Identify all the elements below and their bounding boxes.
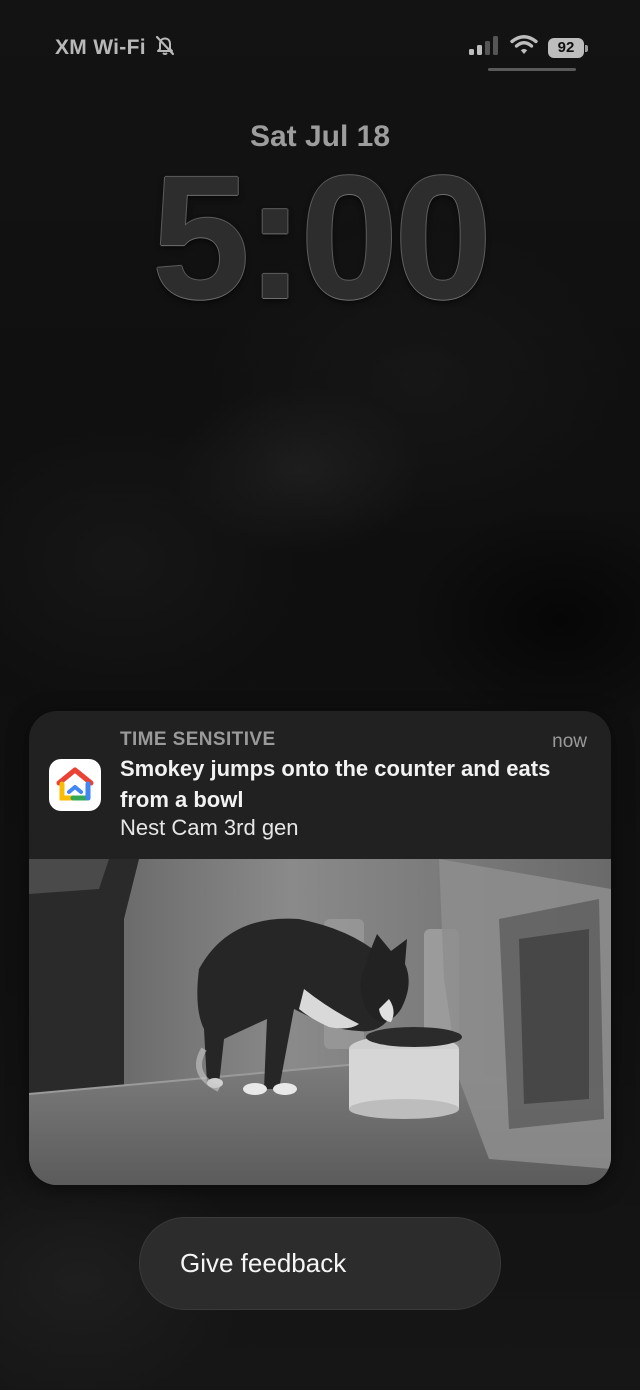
status-indicator-bar xyxy=(488,68,576,71)
battery-level: 92 xyxy=(557,39,575,56)
notification-subtitle: Nest Cam 3rd gen xyxy=(120,815,299,840)
bell-slash-icon xyxy=(154,34,176,62)
notification-card[interactable]: TIME SENSITIVE now Smokey jumps onto the… xyxy=(29,711,611,1185)
lock-time: 5:00 xyxy=(151,140,492,336)
status-bar-left: XM Wi-Fi xyxy=(55,34,176,62)
notification-timestamp: now xyxy=(552,731,587,752)
cellular-signal-icon xyxy=(468,35,500,60)
give-feedback-button[interactable]: Give feedback xyxy=(139,1217,501,1310)
status-bar-right: 92 xyxy=(468,34,588,61)
wifi-icon xyxy=(510,34,538,61)
lock-screen: XM Wi-Fi 92 Sat Jul 18 5:00 TIME SENSITI… xyxy=(0,0,640,1390)
notification-title: Smokey jumps onto the counter and eats f… xyxy=(120,756,551,812)
give-feedback-label: Give feedback xyxy=(180,1248,347,1278)
battery-icon: 92 xyxy=(548,37,588,58)
carrier-label: XM Wi-Fi xyxy=(55,36,146,59)
notification-category: TIME SENSITIVE xyxy=(120,729,276,750)
camera-snapshot[interactable] xyxy=(29,859,611,1185)
google-home-icon xyxy=(49,759,101,811)
